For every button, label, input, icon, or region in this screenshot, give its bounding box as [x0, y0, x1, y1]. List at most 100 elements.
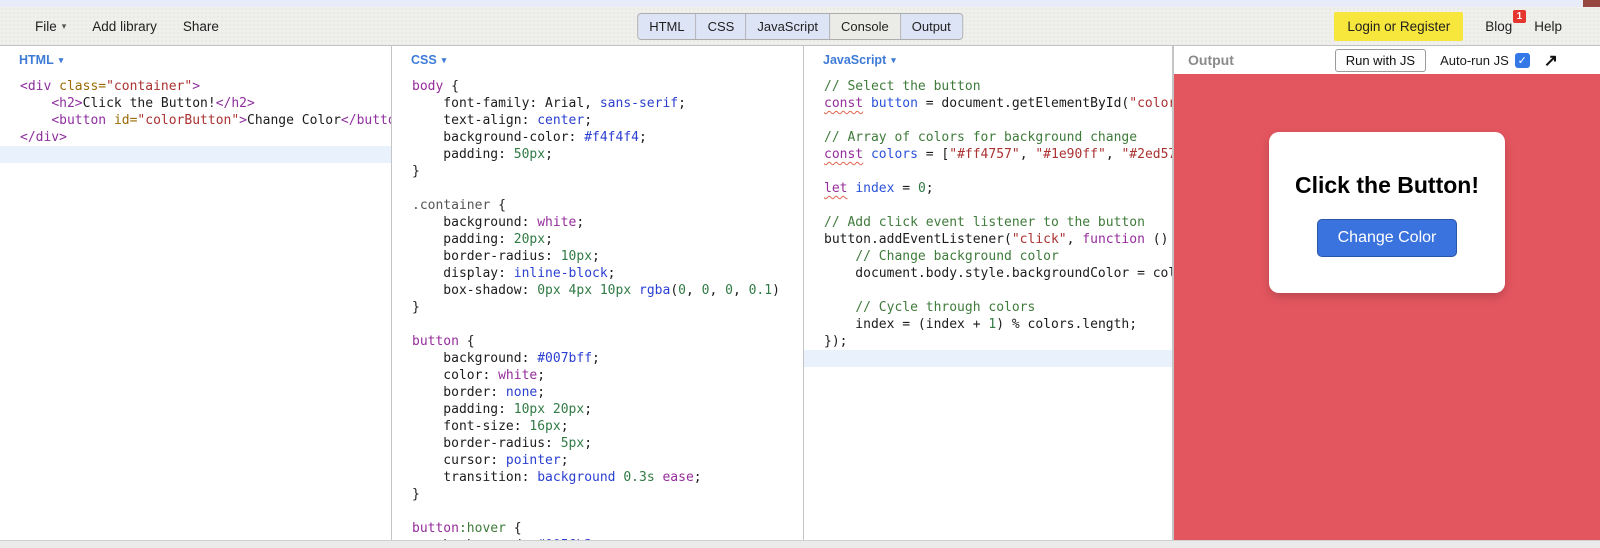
code-line[interactable]: text-align: center; — [392, 112, 803, 129]
code-line[interactable]: // Array of colors for background change — [804, 129, 1172, 146]
code-line[interactable]: <h2>Click the Button!</h2> — [0, 95, 391, 112]
code-line[interactable]: const button = document.getElementById("… — [804, 95, 1172, 112]
code-token: sans-serif — [600, 96, 678, 111]
code-token: display: — [412, 266, 514, 281]
toolbar-left-group: File ▾ Add library Share — [0, 19, 219, 34]
code-line[interactable]: background: #007bff; — [392, 350, 803, 367]
code-line[interactable]: background: white; — [392, 214, 803, 231]
code-token: white — [537, 215, 576, 230]
code-token: = — [894, 181, 917, 196]
run-with-js-button[interactable]: Run with JS — [1335, 49, 1426, 72]
code-line[interactable]: background: #0056b3; — [392, 537, 803, 540]
code-token: const — [824, 96, 863, 111]
code-token: 0.3s — [623, 470, 654, 485]
tab-javascript[interactable]: JavaScript — [746, 14, 830, 39]
html-panel-header[interactable]: HTML ▾ — [0, 46, 391, 74]
tab-output[interactable]: Output — [901, 14, 962, 39]
code-line[interactable]: display: inline-block; — [392, 265, 803, 282]
code-token — [592, 283, 600, 298]
code-token: text-align: — [412, 113, 537, 128]
share-button[interactable]: Share — [183, 19, 219, 34]
code-line[interactable] — [392, 180, 803, 197]
code-token: 16px — [529, 419, 560, 434]
css-code-editor[interactable]: body { font-family: Arial, sans-serif; t… — [392, 74, 803, 540]
code-token: ease — [662, 470, 693, 485]
blog-label: Blog — [1485, 19, 1512, 34]
code-line[interactable]: index = (index + 1) % colors.length; — [804, 316, 1172, 333]
code-token: ; — [678, 96, 686, 111]
code-line[interactable]: const colors = ["#ff4757", "#1e90ff", "#… — [804, 146, 1172, 163]
expand-result-icon[interactable]: ↗ — [1544, 52, 1558, 69]
code-line[interactable]: </div> — [0, 129, 391, 146]
code-token: ; — [639, 130, 647, 145]
code-line[interactable]: box-shadow: 0px 4px 10px rgba(0, 0, 0, 0… — [392, 282, 803, 299]
code-line[interactable] — [0, 146, 391, 163]
code-line[interactable]: button:hover { — [392, 520, 803, 537]
code-line[interactable]: button { — [392, 333, 803, 350]
code-line[interactable]: transition: background 0.3s ease; — [392, 469, 803, 486]
code-line[interactable]: font-family: Arial, sans-serif; — [392, 95, 803, 112]
login-register-button[interactable]: Login or Register — [1334, 12, 1463, 41]
tab-console[interactable]: Console — [830, 14, 901, 39]
blog-link[interactable]: Blog 1 — [1485, 19, 1512, 34]
code-line[interactable]: padding: 10px 20px; — [392, 401, 803, 418]
css-panel-header[interactable]: CSS ▾ — [392, 46, 803, 74]
code-line[interactable]: padding: 20px; — [392, 231, 803, 248]
code-line[interactable] — [804, 112, 1172, 129]
code-token: </div> — [20, 130, 67, 145]
change-color-button[interactable]: Change Color — [1317, 219, 1458, 257]
code-line[interactable]: document.body.style.backgroundColor = co… — [804, 265, 1172, 282]
code-line[interactable]: } — [392, 163, 803, 180]
code-token: 0 — [918, 181, 926, 196]
code-token: #0056b3 — [537, 538, 592, 540]
code-line[interactable] — [804, 197, 1172, 214]
code-line[interactable]: padding: 50px; — [392, 146, 803, 163]
code-line[interactable]: }); — [804, 333, 1172, 350]
code-line[interactable]: body { — [392, 78, 803, 95]
code-line[interactable]: } — [392, 486, 803, 503]
file-menu[interactable]: File ▾ — [35, 19, 66, 34]
code-line[interactable] — [392, 503, 803, 520]
tab-css[interactable]: CSS — [697, 14, 747, 39]
code-line[interactable]: } — [392, 299, 803, 316]
code-token: background: — [412, 215, 537, 230]
add-library-button[interactable]: Add library — [92, 19, 157, 34]
code-line[interactable] — [392, 316, 803, 333]
code-line[interactable]: button.addEventListener("click", functio… — [804, 231, 1172, 248]
code-token: white — [498, 368, 537, 383]
code-token: padding: — [412, 402, 514, 417]
tab-html[interactable]: HTML — [638, 14, 696, 39]
code-line[interactable]: .container { — [392, 197, 803, 214]
code-line[interactable]: // Add click event listener to the butto… — [804, 214, 1172, 231]
code-token: , — [1020, 147, 1036, 162]
autorun-checkbox[interactable]: ✓ — [1515, 53, 1530, 68]
result-card: Click the Button! Change Color — [1269, 132, 1505, 293]
js-code-editor[interactable]: // Select the buttonconst button = docum… — [804, 74, 1172, 540]
code-line[interactable]: // Change background color — [804, 248, 1172, 265]
code-token: 50px — [514, 147, 545, 162]
code-line[interactable]: <button id="colorButton">Change Color</b… — [0, 112, 391, 129]
code-line[interactable] — [804, 163, 1172, 180]
code-line[interactable]: border: none; — [392, 384, 803, 401]
code-line[interactable]: cursor: pointer; — [392, 452, 803, 469]
code-token: ; — [592, 351, 600, 366]
code-line[interactable] — [804, 282, 1172, 299]
html-code-editor[interactable]: <div class="container"> <h2>Click the Bu… — [0, 74, 391, 540]
help-link[interactable]: Help — [1534, 19, 1562, 34]
code-token: id= — [114, 113, 137, 128]
code-line[interactable]: <div class="container"> — [0, 78, 391, 95]
code-line[interactable]: border-radius: 10px; — [392, 248, 803, 265]
code-line[interactable]: border-radius: 5px; — [392, 435, 803, 452]
code-line[interactable]: font-size: 16px; — [392, 418, 803, 435]
code-line[interactable]: color: white; — [392, 367, 803, 384]
code-token: ; — [537, 385, 545, 400]
code-line[interactable] — [804, 350, 1172, 367]
code-line[interactable]: // Cycle through colors — [804, 299, 1172, 316]
code-token: ; — [926, 181, 934, 196]
js-panel-title: JavaScript — [823, 53, 886, 67]
js-panel-header[interactable]: JavaScript ▾ — [804, 46, 1172, 74]
code-line[interactable]: background-color: #f4f4f4; — [392, 129, 803, 146]
code-line[interactable]: // Select the button — [804, 78, 1172, 95]
autorun-control: Auto-run JS ✓ — [1440, 53, 1530, 68]
code-line[interactable]: let index = 0; — [804, 180, 1172, 197]
